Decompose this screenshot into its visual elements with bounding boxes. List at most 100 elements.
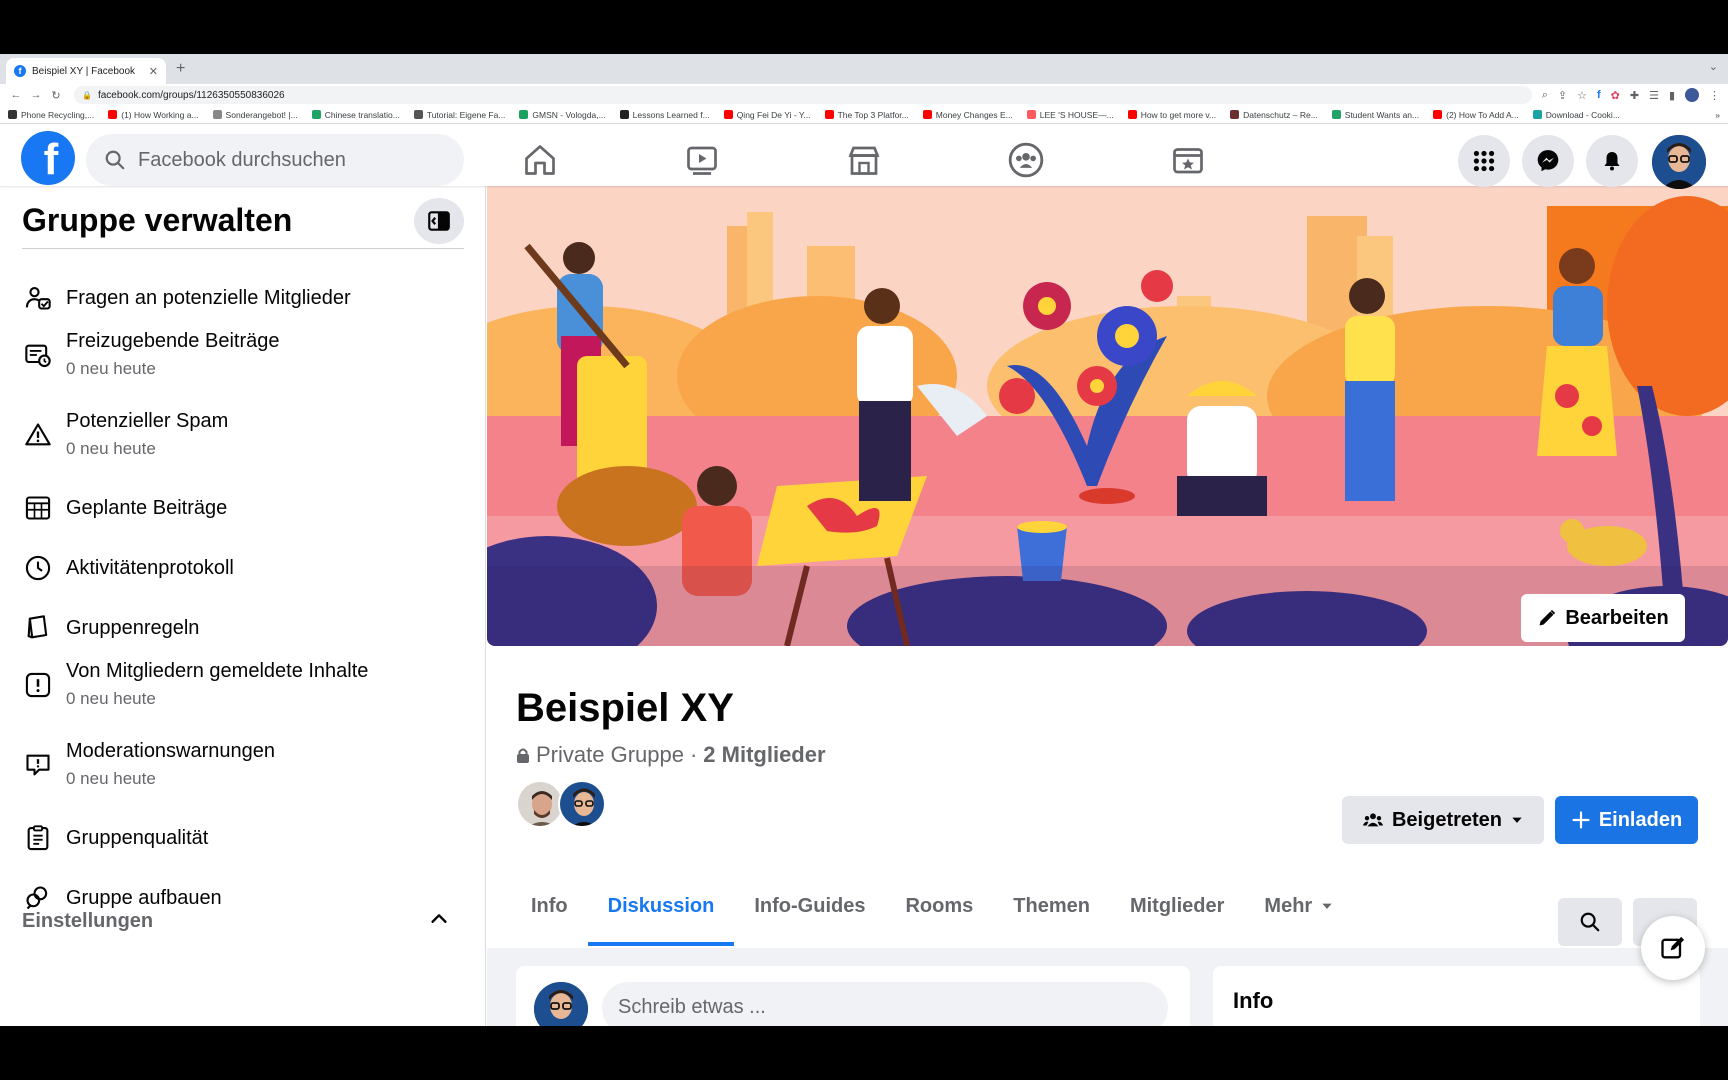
bookmark-item[interactable]: Sonderangebot! |... [212,110,298,120]
bookmark-item[interactable]: Lessons Learned f... [619,110,710,120]
member-count-link[interactable]: 2 Mitglieder [703,742,825,768]
tab-info[interactable]: Info [511,866,588,946]
browser-tab[interactable]: f Beispiel XY | Facebook ✕ [6,58,166,84]
back-arrow-icon[interactable]: ← [8,89,24,101]
flower-extension-icon[interactable]: ✿ [1611,89,1620,102]
account-avatar[interactable] [1652,135,1706,189]
bookmark-favicon-icon [619,110,629,119]
sidebar-item-moderation-alerts[interactable]: Moderationswarnungen 0 neu heute [22,740,275,789]
member-avatars [516,780,606,828]
member-avatar[interactable] [516,780,564,828]
sidebar-item-group-rules[interactable]: Gruppenregeln [22,612,199,644]
bookmark-item[interactable]: Download - Cooki... [1532,110,1620,120]
group-meta: Private Gruppe · 2 Mitglieder [516,742,826,768]
sidebar-item-count: 0 neu heute [66,359,156,378]
composer-input[interactable]: Schreib etwas ... [602,982,1168,1026]
bookmark-item[interactable]: The Top 3 Platfor... [824,110,909,120]
sidebar-item-pending-posts[interactable]: Freizugebende Beiträge 0 neu heute [22,330,279,379]
share-icon[interactable]: ⇪ [1558,89,1567,102]
reading-list-icon[interactable]: ☰ [1649,89,1659,102]
forward-arrow-icon[interactable]: → [28,89,44,101]
browser-profile-avatar[interactable] [1685,88,1699,102]
bookmark-item[interactable]: (1) How Working a... [108,109,199,120]
sidebar-item-group-quality[interactable]: Gruppenqualität [22,822,208,854]
sidepanel-icon[interactable]: ▮ [1669,89,1675,102]
sidebar-item-reported-content[interactable]: Von Mitgliedern gemeldete Inhalte 0 neu h… [22,660,368,709]
tab-search-chevron-icon[interactable]: ⌄ [1709,60,1718,73]
sidebar-toggle-icon [428,211,450,231]
tab-topics[interactable]: Themen [993,866,1110,946]
bookmark-item[interactable]: LEE 'S HOUSE—... [1026,110,1114,120]
edit-cover-button[interactable]: Bearbeiten [1521,594,1685,642]
tab-discussion[interactable]: Diskussion [587,866,735,946]
group-cover-photo: Bearbeiten [487,186,1728,646]
sidebar-item-potential-spam[interactable]: Potenzieller Spam 0 neu heute [22,410,228,459]
messenger-icon[interactable] [1522,135,1574,187]
search-icon [1580,912,1600,932]
tab-guides[interactable]: Info-Guides [734,866,885,946]
invite-label: Einladen [1598,808,1683,831]
bookmark-favicon-icon [1433,110,1443,119]
sidebar-item-label: Fragen an potenzielle Mitglieder [66,286,351,309]
tab-rooms[interactable]: Rooms [885,866,993,946]
reload-icon[interactable]: ↻ [48,89,64,102]
bookmark-item[interactable]: Datenschutz – Re... [1230,110,1318,120]
chevron-up-icon[interactable] [428,908,450,935]
sidebar-item-label: Gruppenregeln [66,616,200,639]
home-icon[interactable] [518,138,562,182]
bookmark-item[interactable]: (2) How To Add A... [1433,110,1519,120]
bookmark-item[interactable]: Money Changes E... [922,110,1013,120]
address-bar[interactable]: 🔒 facebook.com/groups/1126350550836026 [74,86,1532,104]
bookmark-item[interactable]: GMSN - Vologda,... [519,110,606,120]
facebook-extension-icon[interactable]: f [1597,89,1601,101]
watch-video-icon[interactable] [680,138,724,182]
bookmark-favicon-icon [8,110,17,119]
post-composer: Schreib etwas ... [516,966,1190,1026]
bookmark-favicon-icon [519,110,529,119]
group-search-button[interactable] [1558,898,1622,946]
notifications-bell-icon[interactable] [1586,135,1638,187]
star-icon[interactable]: ☆ [1577,89,1587,102]
bookmark-item[interactable]: Phone Recycling,... [8,110,94,120]
sidebar-item-member-questions[interactable]: Fragen an potenzielle Mitglieder [22,282,351,314]
facebook-topnav: f Facebook durchsuchen [0,124,1728,189]
joined-dropdown-button[interactable]: Beigetreten [1342,796,1544,844]
member-avatar[interactable] [558,780,606,828]
bookmark-item[interactable]: Student Wants an... [1331,110,1419,120]
new-message-button[interactable] [1641,916,1705,980]
sidebar-item-scheduled-posts[interactable]: Geplante Beiträge [22,492,227,524]
tab-close-icon[interactable]: ✕ [149,65,158,78]
facebook-favicon-icon: f [14,65,26,77]
zoom-icon[interactable]: ⌕ [1542,89,1548,102]
invite-button[interactable]: Einladen [1555,796,1698,844]
facebook-search-input[interactable]: Facebook durchsuchen [86,134,464,186]
members-icon [1362,813,1384,827]
groups-icon[interactable] [1004,138,1048,182]
bookmark-favicon-icon [1026,110,1036,119]
browser-menu-icon[interactable]: ⋮ [1709,89,1720,102]
tab-members[interactable]: Mitglieder [1110,866,1244,946]
group-name: Beispiel XY [516,686,734,730]
bookmark-label: Chinese translatio... [324,109,400,120]
collapse-sidebar-button[interactable] [414,198,464,244]
marketplace-icon[interactable] [842,138,886,182]
bookmark-item[interactable]: Tutorial: Eigene Fa... [413,110,505,120]
group-tabs: Info Diskussion Info-Guides Rooms Themen… [511,866,1354,946]
facebook-logo[interactable]: f [21,131,75,185]
bookmarks-bar: Phone Recycling,... (1) How Working a... S… [0,106,1728,124]
bookmark-label: (1) How Working a... [121,109,199,120]
menu-grid-icon[interactable] [1458,135,1510,187]
edit-cover-label: Bearbeiten [1565,606,1669,629]
new-tab-icon[interactable]: + [176,60,185,78]
sidebar-item-activity-log[interactable]: Aktivitätenprotokoll [22,552,234,584]
bookmark-item[interactable]: How to get more v... [1127,110,1216,120]
settings-section-header[interactable]: Einstellungen [22,910,153,933]
tab-more[interactable]: Mehr [1244,866,1354,946]
bookmark-item[interactable]: Chinese translatio... [311,109,400,120]
gaming-icon[interactable] [1166,138,1210,182]
caret-down-icon [1512,817,1522,823]
caret-down-icon [1322,903,1332,909]
more-bookmarks-icon[interactable]: » [1715,110,1720,120]
bookmark-item[interactable]: Qing Fei De Yi - Y... [723,110,811,120]
puzzle-icon[interactable]: ✚ [1630,89,1639,102]
